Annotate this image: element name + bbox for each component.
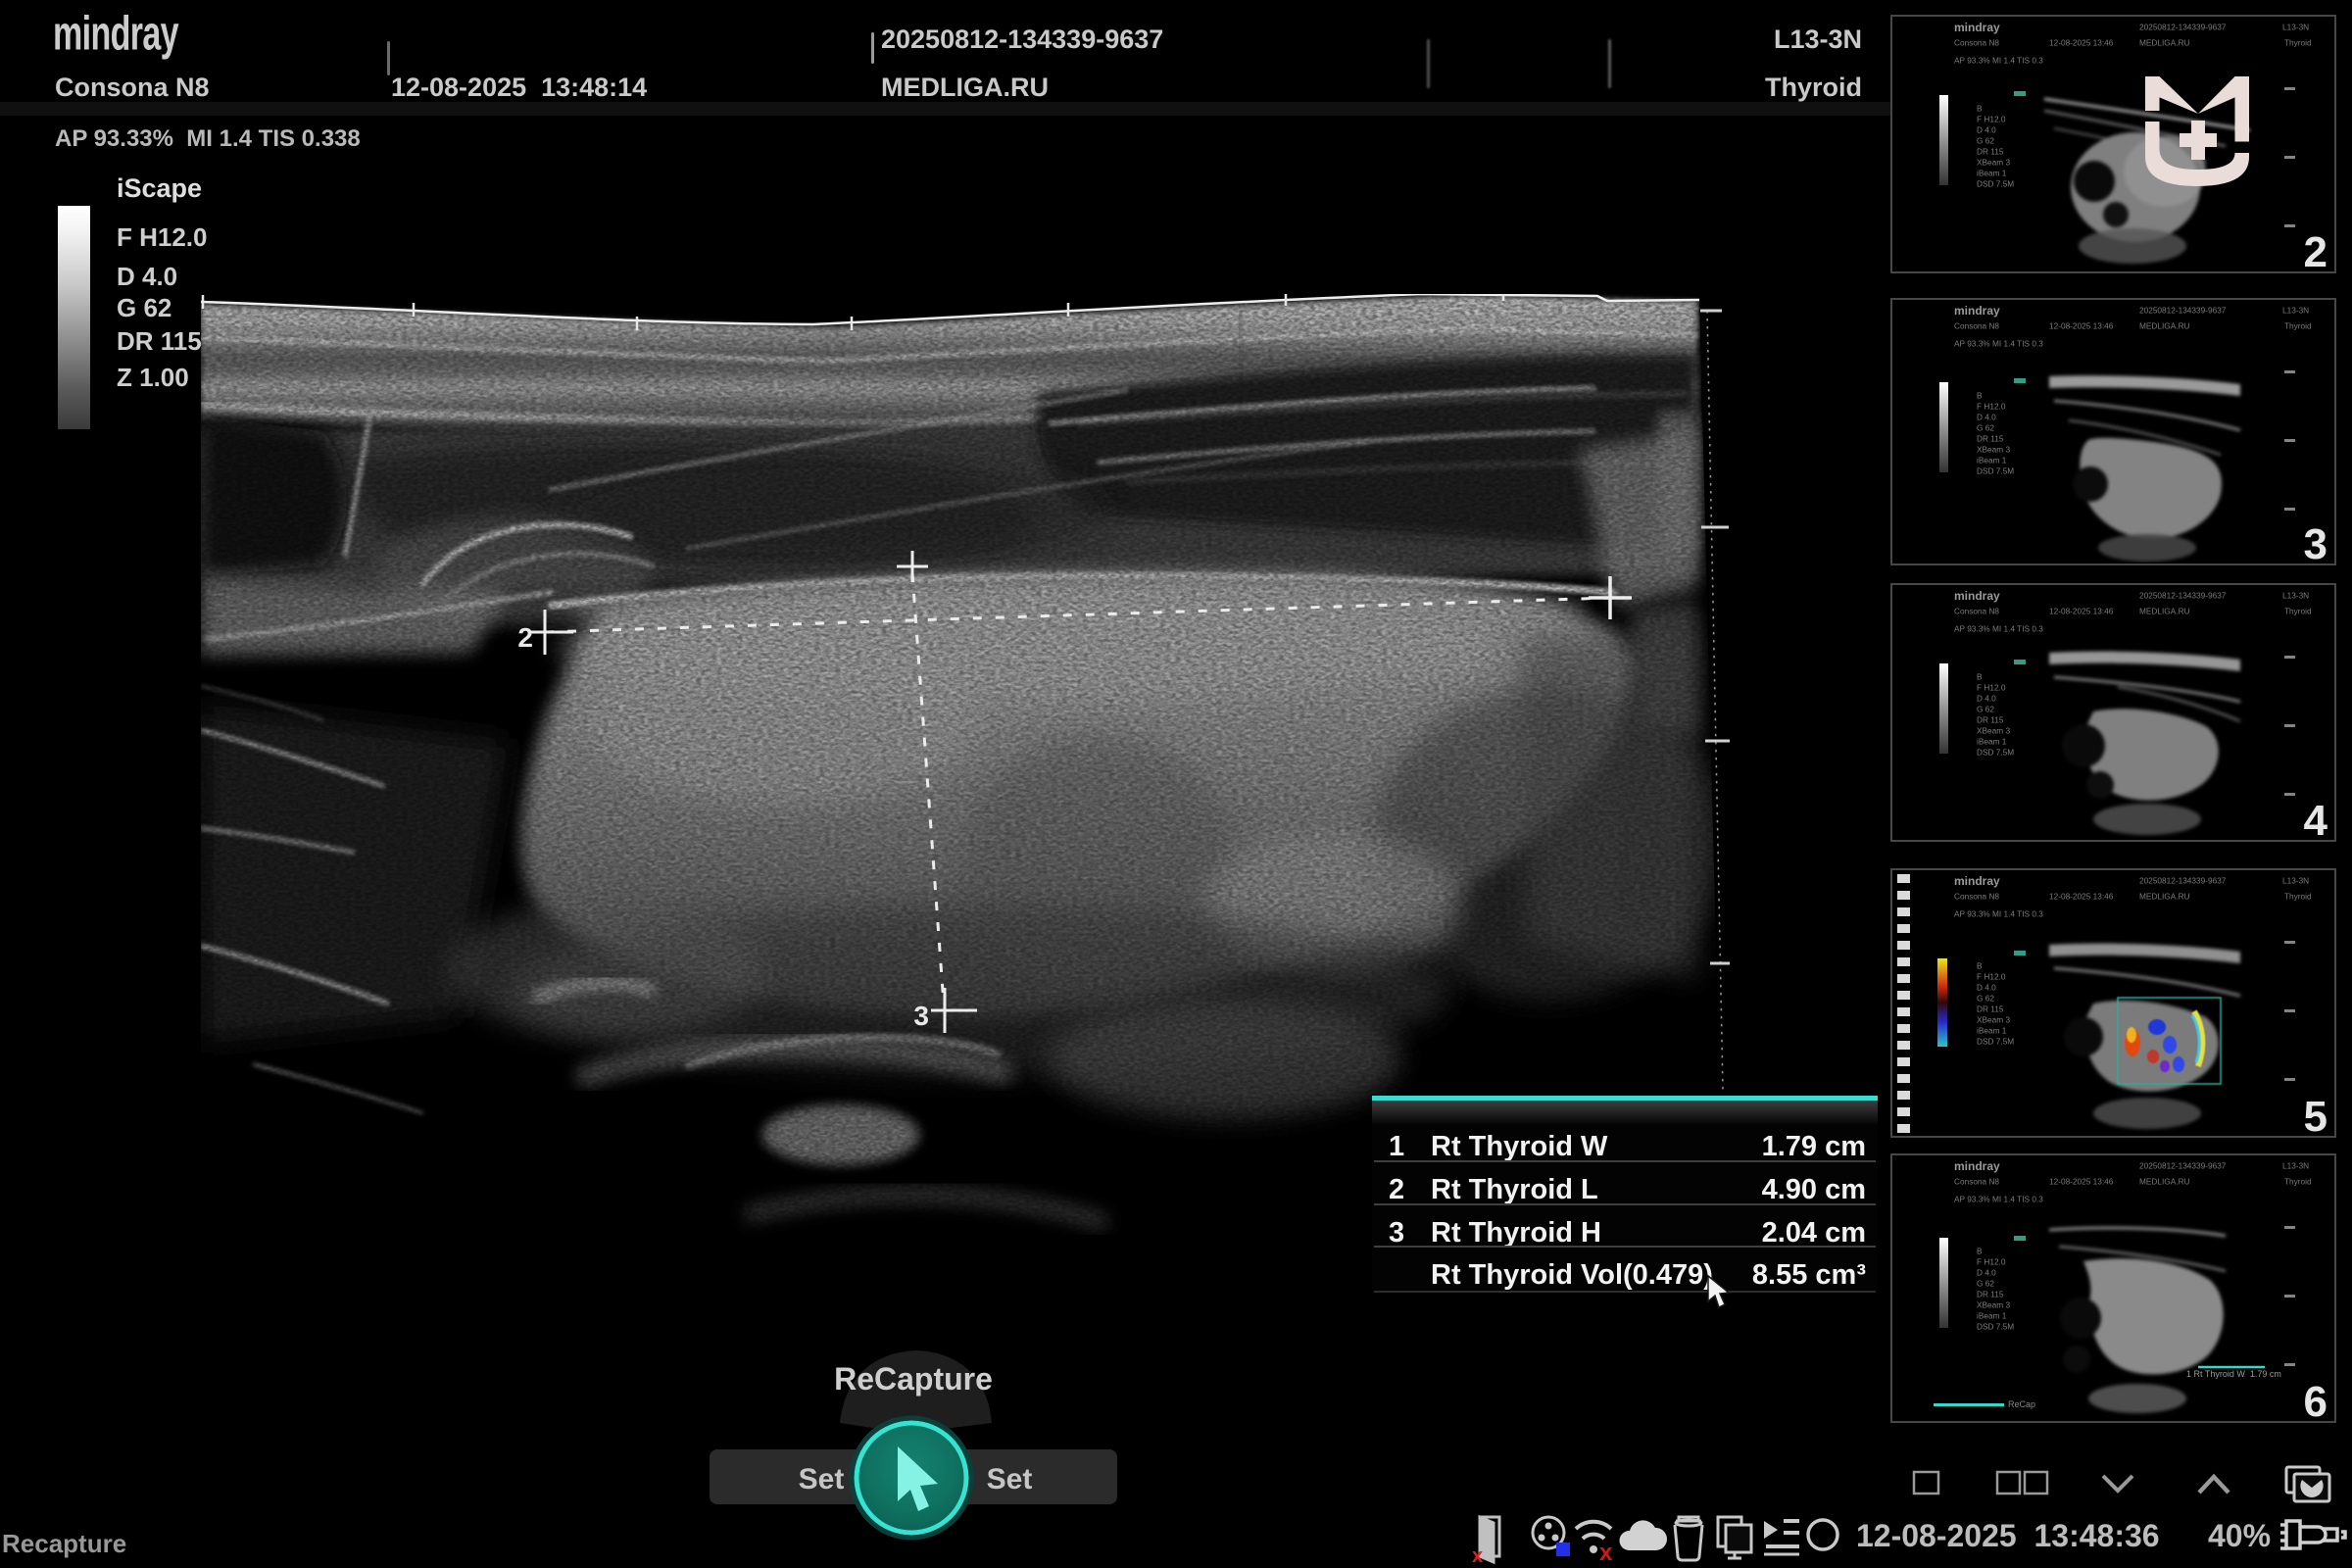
svg-text:Set: Set bbox=[987, 1463, 1033, 1495]
svg-text:x: x bbox=[1599, 1540, 1613, 1566]
svg-text:2: 2 bbox=[517, 622, 533, 653]
svg-text:3: 3 bbox=[913, 1001, 929, 1031]
svg-text:x: x bbox=[1472, 1545, 1483, 1567]
svg-text:ReCapture: ReCapture bbox=[834, 1361, 993, 1396]
svg-text:Set: Set bbox=[799, 1463, 845, 1495]
